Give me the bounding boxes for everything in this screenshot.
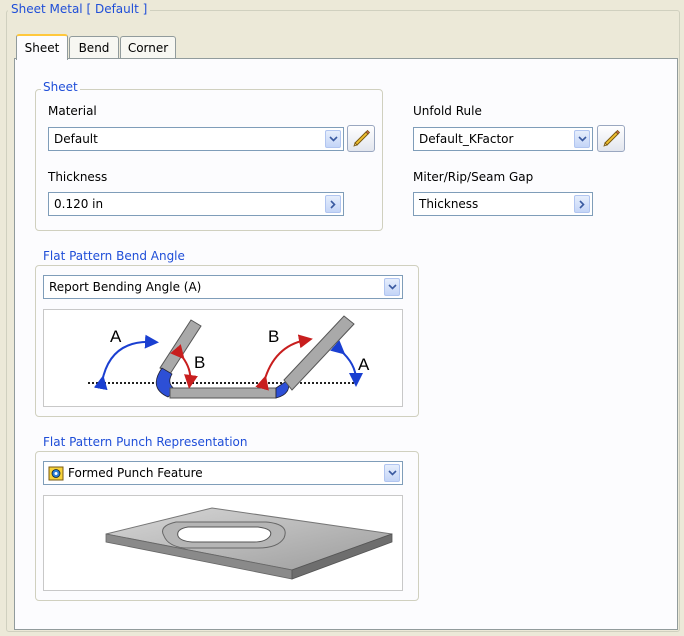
label-a-left: A — [110, 327, 122, 346]
tab-bend[interactable]: Bend — [69, 36, 119, 58]
unfold-rule-value: Default_KFactor — [419, 132, 514, 146]
label-b-left: B — [194, 353, 205, 372]
chevron-down-icon[interactable] — [325, 130, 341, 148]
chevron-down-icon[interactable] — [574, 130, 590, 148]
punch-feature-icon — [48, 466, 64, 484]
unfold-rule-label: Unfold Rule — [413, 104, 482, 118]
unfold-rule-select[interactable]: Default_KFactor — [413, 127, 593, 151]
chevron-right-icon[interactable] — [325, 195, 341, 213]
thickness-label: Thickness — [48, 170, 108, 184]
thickness-field[interactable]: 0.120 in — [48, 192, 344, 216]
chevron-down-icon[interactable] — [384, 278, 400, 296]
punch-select[interactable]: Formed Punch Feature — [43, 461, 403, 485]
thickness-value: 0.120 in — [54, 197, 104, 211]
sheet-tab-panel: Sheet Material Default Thickness 0.120 i… — [14, 58, 678, 630]
tab-corner[interactable]: Corner — [120, 36, 176, 58]
edit-material-button[interactable] — [347, 125, 375, 152]
gap-value: Thickness — [419, 197, 479, 211]
bend-angle-diagram: A B B A — [43, 309, 403, 407]
sheet-group-title: Sheet — [41, 80, 80, 94]
material-select[interactable]: Default — [48, 127, 344, 151]
edit-unfold-rule-button[interactable] — [597, 125, 625, 152]
tab-sheet[interactable]: Sheet — [16, 34, 68, 60]
pencil-icon — [601, 127, 621, 150]
gap-label: Miter/Rip/Seam Gap — [413, 170, 534, 184]
gap-field[interactable]: Thickness — [413, 192, 593, 216]
bend-angle-select[interactable]: Report Bending Angle (A) — [43, 275, 403, 299]
label-a-right: A — [358, 355, 370, 374]
material-value: Default — [54, 132, 98, 146]
punch-group-title: Flat Pattern Punch Representation — [41, 435, 250, 449]
panel-title: Sheet Metal [ Default ] — [8, 2, 151, 16]
material-label: Material — [48, 104, 97, 118]
label-b-right: B — [268, 327, 279, 346]
punch-preview-image — [43, 495, 403, 591]
chevron-right-icon[interactable] — [574, 195, 590, 213]
bend-angle-value: Report Bending Angle (A) — [49, 280, 202, 294]
chevron-down-icon[interactable] — [384, 464, 400, 482]
punch-value: Formed Punch Feature — [68, 466, 203, 480]
pencil-icon — [351, 127, 371, 150]
bend-angle-group-title: Flat Pattern Bend Angle — [41, 249, 187, 263]
